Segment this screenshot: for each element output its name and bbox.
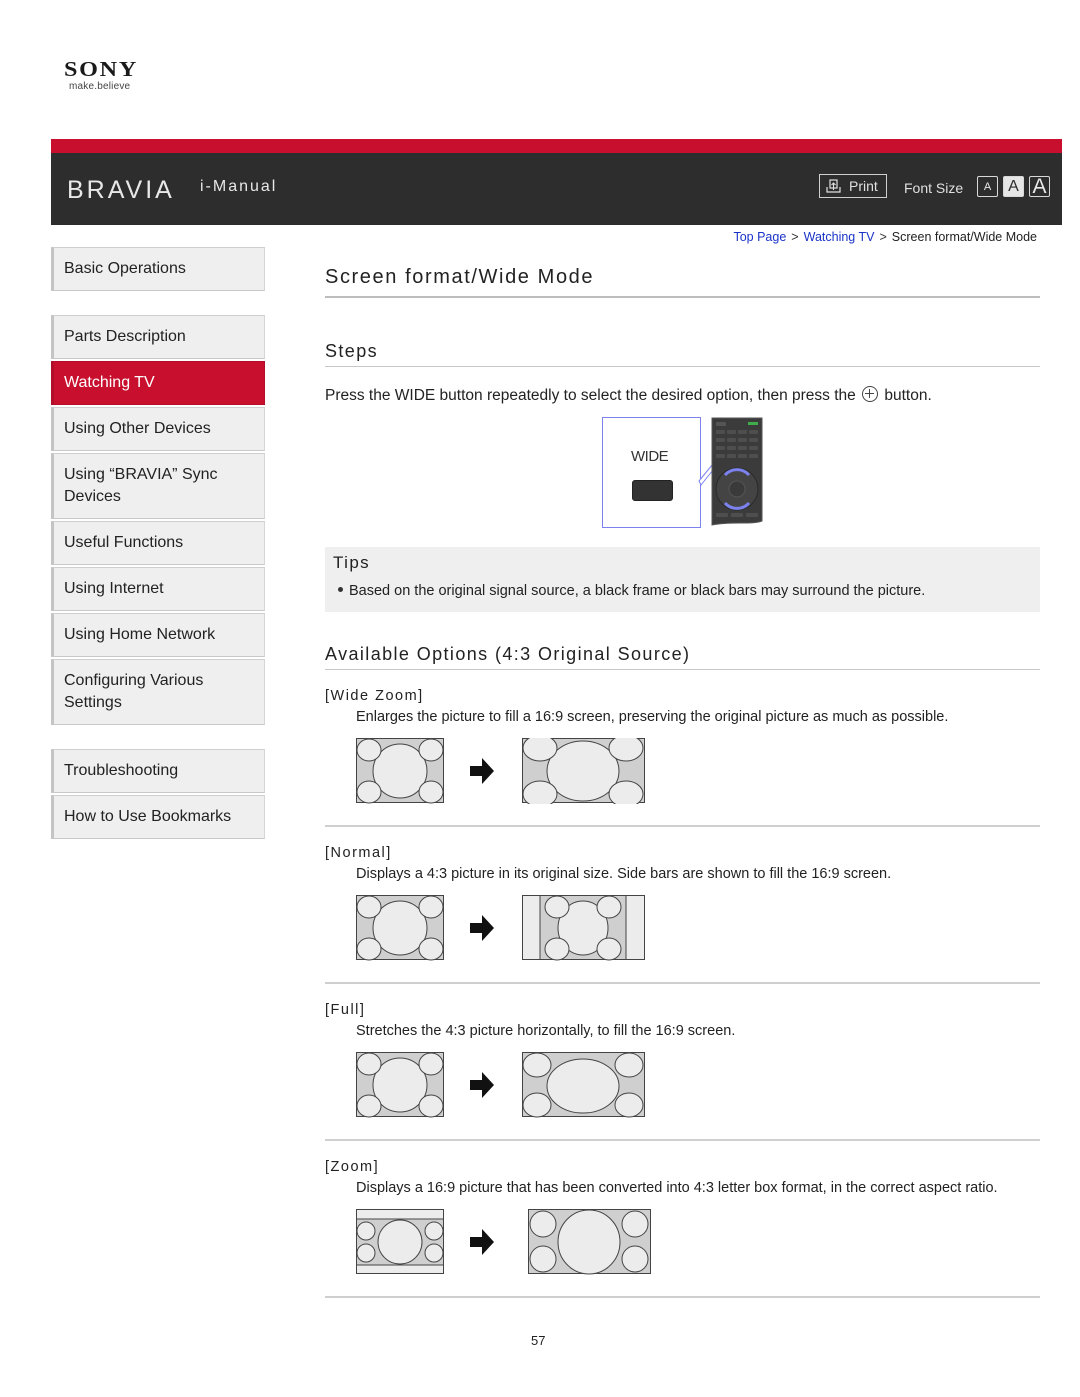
result-wide-zoom-picture xyxy=(522,738,645,804)
sony-tagline: make.believe xyxy=(69,81,131,92)
bullet-icon xyxy=(338,587,343,592)
option-description: Displays a 16:9 picture that has been co… xyxy=(356,1180,998,1196)
options-heading: Available Options (4:3 Original Source) xyxy=(325,644,1040,670)
sidebar-item-parts-description[interactable]: Parts Description xyxy=(51,315,265,359)
breadcrumb-watching-tv[interactable]: Watching TV xyxy=(804,230,875,244)
result-zoom-picture xyxy=(528,1209,651,1275)
option-description: Displays a 4:3 picture in its original s… xyxy=(356,866,892,882)
arrow-right-icon xyxy=(470,758,494,784)
steps-text-after: button. xyxy=(884,387,932,404)
sidebar-item-configuring-settings[interactable]: Configuring Various Settings xyxy=(51,659,265,725)
sony-logo: SONY make.believe xyxy=(64,59,154,93)
breadcrumb: Top Page > Watching TV > Screen format/Wide … xyxy=(733,230,1037,244)
sidebar-item-using-internet[interactable]: Using Internet xyxy=(51,567,265,611)
option-wide-zoom: [Wide Zoom] Enlarges the picture to fill… xyxy=(325,688,1040,827)
arrow-right-icon xyxy=(470,1072,494,1098)
remote-control-icon xyxy=(698,417,763,526)
option-name: [Full] xyxy=(325,1002,366,1018)
tips-heading: Tips xyxy=(333,553,371,572)
print-button[interactable]: Print xyxy=(819,174,887,198)
source-letterbox-picture xyxy=(356,1209,444,1274)
option-description: Stretches the 4:3 picture horizontally, … xyxy=(356,1023,736,1039)
remote-wide-button-figure: WIDE xyxy=(602,417,767,532)
sidebar-item-useful-functions[interactable]: Useful Functions xyxy=(51,521,265,565)
option-figure xyxy=(356,738,1040,804)
option-name: [Wide Zoom] xyxy=(325,688,424,704)
option-figure xyxy=(356,1209,1040,1275)
source-4-3-picture xyxy=(356,1052,444,1118)
sidebar-item-bookmarks[interactable]: How to Use Bookmarks xyxy=(51,795,265,839)
page-title: Screen format/Wide Mode xyxy=(325,266,1040,298)
breadcrumb-separator: > xyxy=(791,230,799,244)
sidebar-item-basic-operations[interactable]: Basic Operations xyxy=(51,247,265,291)
main-content: Screen format/Wide Mode Steps Press the … xyxy=(325,260,1040,1298)
option-normal: [Normal] Displays a 4:3 picture in its o… xyxy=(325,845,1040,984)
header-bar: BRAVIA i-Manual Print Font Size A A A xyxy=(51,139,1062,225)
option-zoom: [Zoom] Displays a 16:9 picture that has … xyxy=(325,1159,1040,1298)
sidebar-item-using-other-devices[interactable]: Using Other Devices xyxy=(51,407,265,451)
option-figure xyxy=(356,895,1040,961)
sidebar-nav: Basic Operations Parts Description Watch… xyxy=(51,247,265,841)
steps-instruction: Press the WIDE button repeatedly to sele… xyxy=(325,386,1040,405)
source-4-3-picture xyxy=(356,895,444,961)
sidebar-item-using-home-network[interactable]: Using Home Network xyxy=(51,613,265,657)
option-description: Enlarges the picture to fill a 16:9 scre… xyxy=(356,709,949,725)
tips-box: Tips Based on the original signal source… xyxy=(325,547,1040,612)
arrow-right-icon xyxy=(470,915,494,941)
sidebar-item-watching-tv[interactable]: Watching TV xyxy=(51,361,265,405)
enter-button-icon xyxy=(862,386,879,402)
sidebar-item-bravia-sync[interactable]: Using “BRAVIA” Sync Devices xyxy=(51,453,265,519)
breadcrumb-current: Screen format/Wide Mode xyxy=(891,230,1037,244)
tips-item-text: Based on the original signal source, a b… xyxy=(349,583,926,599)
source-4-3-picture xyxy=(356,738,444,804)
breadcrumb-separator: > xyxy=(879,230,887,244)
font-size-medium-button[interactable]: A xyxy=(1003,176,1024,197)
tips-item: Based on the original signal source, a b… xyxy=(333,583,1032,599)
page-number: 57 xyxy=(531,1333,546,1348)
result-full-picture xyxy=(522,1052,645,1118)
sony-wordmark: SONY xyxy=(64,57,139,81)
breadcrumb-top-page[interactable]: Top Page xyxy=(733,230,786,244)
imanual-title: i-Manual xyxy=(200,178,278,195)
print-icon xyxy=(826,179,841,193)
steps-heading: Steps xyxy=(325,341,1040,367)
font-size-small-button[interactable]: A xyxy=(977,176,998,197)
bravia-logo: BRAVIA xyxy=(67,176,175,204)
font-size-label: Font Size xyxy=(904,180,964,196)
header-accent-stripe xyxy=(51,139,1062,153)
font-size-large-button[interactable]: A xyxy=(1029,175,1050,198)
print-label: Print xyxy=(849,178,878,194)
arrow-right-icon xyxy=(470,1229,494,1255)
steps-text-before: Press the WIDE button repeatedly to sele… xyxy=(325,387,856,404)
option-full: [Full] Stretches the 4:3 picture horizon… xyxy=(325,1002,1040,1141)
result-normal-picture xyxy=(522,895,645,961)
option-name: [Zoom] xyxy=(325,1159,380,1175)
option-name: [Normal] xyxy=(325,845,392,861)
sidebar-item-troubleshooting[interactable]: Troubleshooting xyxy=(51,749,265,793)
option-figure xyxy=(356,1052,1040,1118)
